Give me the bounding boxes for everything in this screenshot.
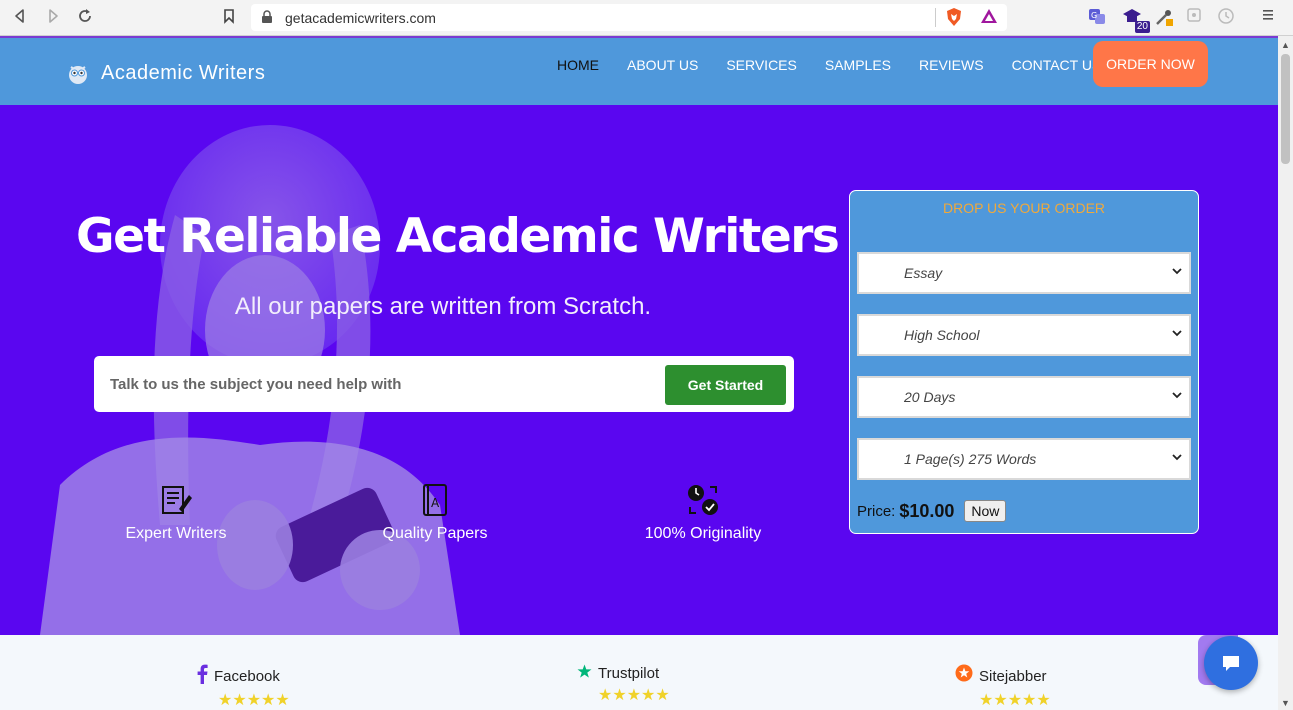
academic-level-select[interactable]: High School [857, 314, 1191, 356]
price-value: $10.00 [899, 500, 955, 521]
reviews-strip: Facebook ★★★★★ Trustpilot ★★★★★ Sitejabb… [0, 635, 1278, 710]
brand-logo[interactable]: Academic Writers [67, 62, 265, 85]
review-name: Sitejabber [979, 667, 1047, 685]
nav-services[interactable]: SERVICES [726, 55, 797, 75]
review-stars: ★★★★★ [218, 692, 290, 709]
review-name: Trustpilot [598, 665, 660, 682]
chevron-down-icon [1172, 263, 1182, 278]
browser-menu-icon[interactable] [1262, 8, 1274, 27]
scroll-down-icon[interactable]: ▼ [1281, 698, 1290, 708]
get-started-button[interactable]: Get Started [665, 365, 786, 405]
bat-rewards-icon[interactable] [980, 8, 998, 29]
browser-toolbar: getacademicwriters.com G 20 [0, 0, 1293, 36]
pages-select[interactable]: 1 Page(s) 275 Words [857, 438, 1191, 480]
review-trustpilot[interactable]: Trustpilot ★★★★★ [577, 664, 670, 705]
lock-icon [261, 10, 273, 24]
chat-bubble-icon [1223, 656, 1239, 671]
scroll-up-icon[interactable]: ▲ [1281, 40, 1290, 50]
page-scrollbar[interactable]: ▲ ▼ [1278, 36, 1293, 710]
brave-shield-icon[interactable] [945, 7, 963, 32]
writing-icon [162, 486, 192, 514]
address-bar[interactable]: getacademicwriters.com [251, 4, 1007, 31]
back-icon[interactable] [10, 8, 30, 28]
hero-section: Get Reliable Academic Writers Help . All… [0, 105, 1278, 635]
dropper-extension-icon[interactable] [1154, 7, 1174, 27]
nav-reviews[interactable]: REVIEWS [919, 55, 984, 75]
feature-originality: 100% Originality [638, 483, 768, 543]
main-nav: HOME ABOUT US SERVICES SAMPLES REVIEWS C… [557, 55, 1129, 75]
price-label: Price: [857, 502, 896, 520]
nav-contact-us[interactable]: CONTACT US [1012, 55, 1102, 75]
address-divider [935, 8, 936, 27]
feature-quality-papers: A Quality Papers [378, 483, 492, 543]
chevron-down-icon [1172, 449, 1182, 464]
svg-text:G: G [1091, 11, 1097, 20]
price-row: Price: $10.00 Now [857, 500, 1007, 522]
reload-icon[interactable] [75, 8, 95, 28]
feature-label: 100% Originality [644, 525, 762, 542]
translate-extension-icon[interactable]: G [1088, 7, 1108, 27]
subject-search-box: Get Started [94, 356, 794, 412]
trustpilot-icon [577, 664, 592, 683]
brand-name: Academic Writers [101, 62, 266, 84]
nav-samples[interactable]: SAMPLES [825, 55, 891, 75]
feature-expert-writers: Expert Writers [118, 483, 234, 543]
review-stars: ★★★★★ [598, 687, 670, 704]
svg-text:A: A [431, 496, 440, 510]
order-form: DROP US YOUR ORDER Essay High School 20 … [849, 190, 1199, 534]
paper-type-value: Essay [904, 265, 943, 281]
extension-badge: 20 [1134, 21, 1150, 33]
hero-title: Get Reliable Academic Writers Help . [76, 209, 1001, 264]
review-facebook[interactable]: Facebook ★★★★★ [196, 664, 290, 710]
subject-input[interactable] [108, 370, 652, 398]
facebook-icon [196, 664, 208, 688]
order-form-title: DROP US YOUR ORDER [942, 200, 1106, 216]
owl-logo-icon [67, 63, 89, 85]
feature-label: Quality Papers [382, 525, 488, 542]
review-sitejabber[interactable]: Sitejabber ★★★★★ [955, 664, 1051, 710]
forward-icon[interactable] [43, 8, 63, 28]
scroll-thumb[interactable] [1281, 54, 1290, 164]
site-header: Academic Writers HOME ABOUT US SERVICES … [0, 36, 1278, 105]
puzzle-extension-icon[interactable] [1186, 7, 1206, 27]
order-now-submit-button[interactable]: Now [964, 500, 1007, 522]
book-icon: A [423, 484, 447, 516]
chat-button[interactable] [1204, 636, 1258, 690]
deadline-select[interactable]: 20 Days [857, 376, 1191, 418]
chevron-down-icon [1172, 325, 1182, 340]
academic-level-value: High School [904, 327, 980, 343]
url-text: getacademicwriters.com [285, 10, 436, 26]
bookmark-icon[interactable] [219, 8, 239, 28]
paper-type-select[interactable]: Essay [857, 252, 1191, 294]
deadline-value: 20 Days [904, 389, 956, 405]
order-now-button[interactable]: ORDER NOW [1093, 41, 1208, 87]
review-stars: ★★★★★ [979, 692, 1051, 709]
timer-extension-icon[interactable] [1217, 7, 1237, 27]
academic-extension-icon[interactable]: 20 [1122, 7, 1150, 33]
feature-label: Expert Writers [125, 525, 227, 542]
chevron-down-icon [1172, 387, 1182, 402]
nav-about-us[interactable]: ABOUT US [627, 55, 698, 75]
nav-home[interactable]: HOME [557, 55, 599, 75]
sitejabber-icon [955, 664, 973, 688]
review-name: Facebook [214, 667, 280, 685]
originality-icon [688, 485, 718, 515]
pages-value: 1 Page(s) 275 Words [904, 451, 1037, 467]
hero-subtitle: All our papers are written from Scratch. [234, 293, 652, 320]
